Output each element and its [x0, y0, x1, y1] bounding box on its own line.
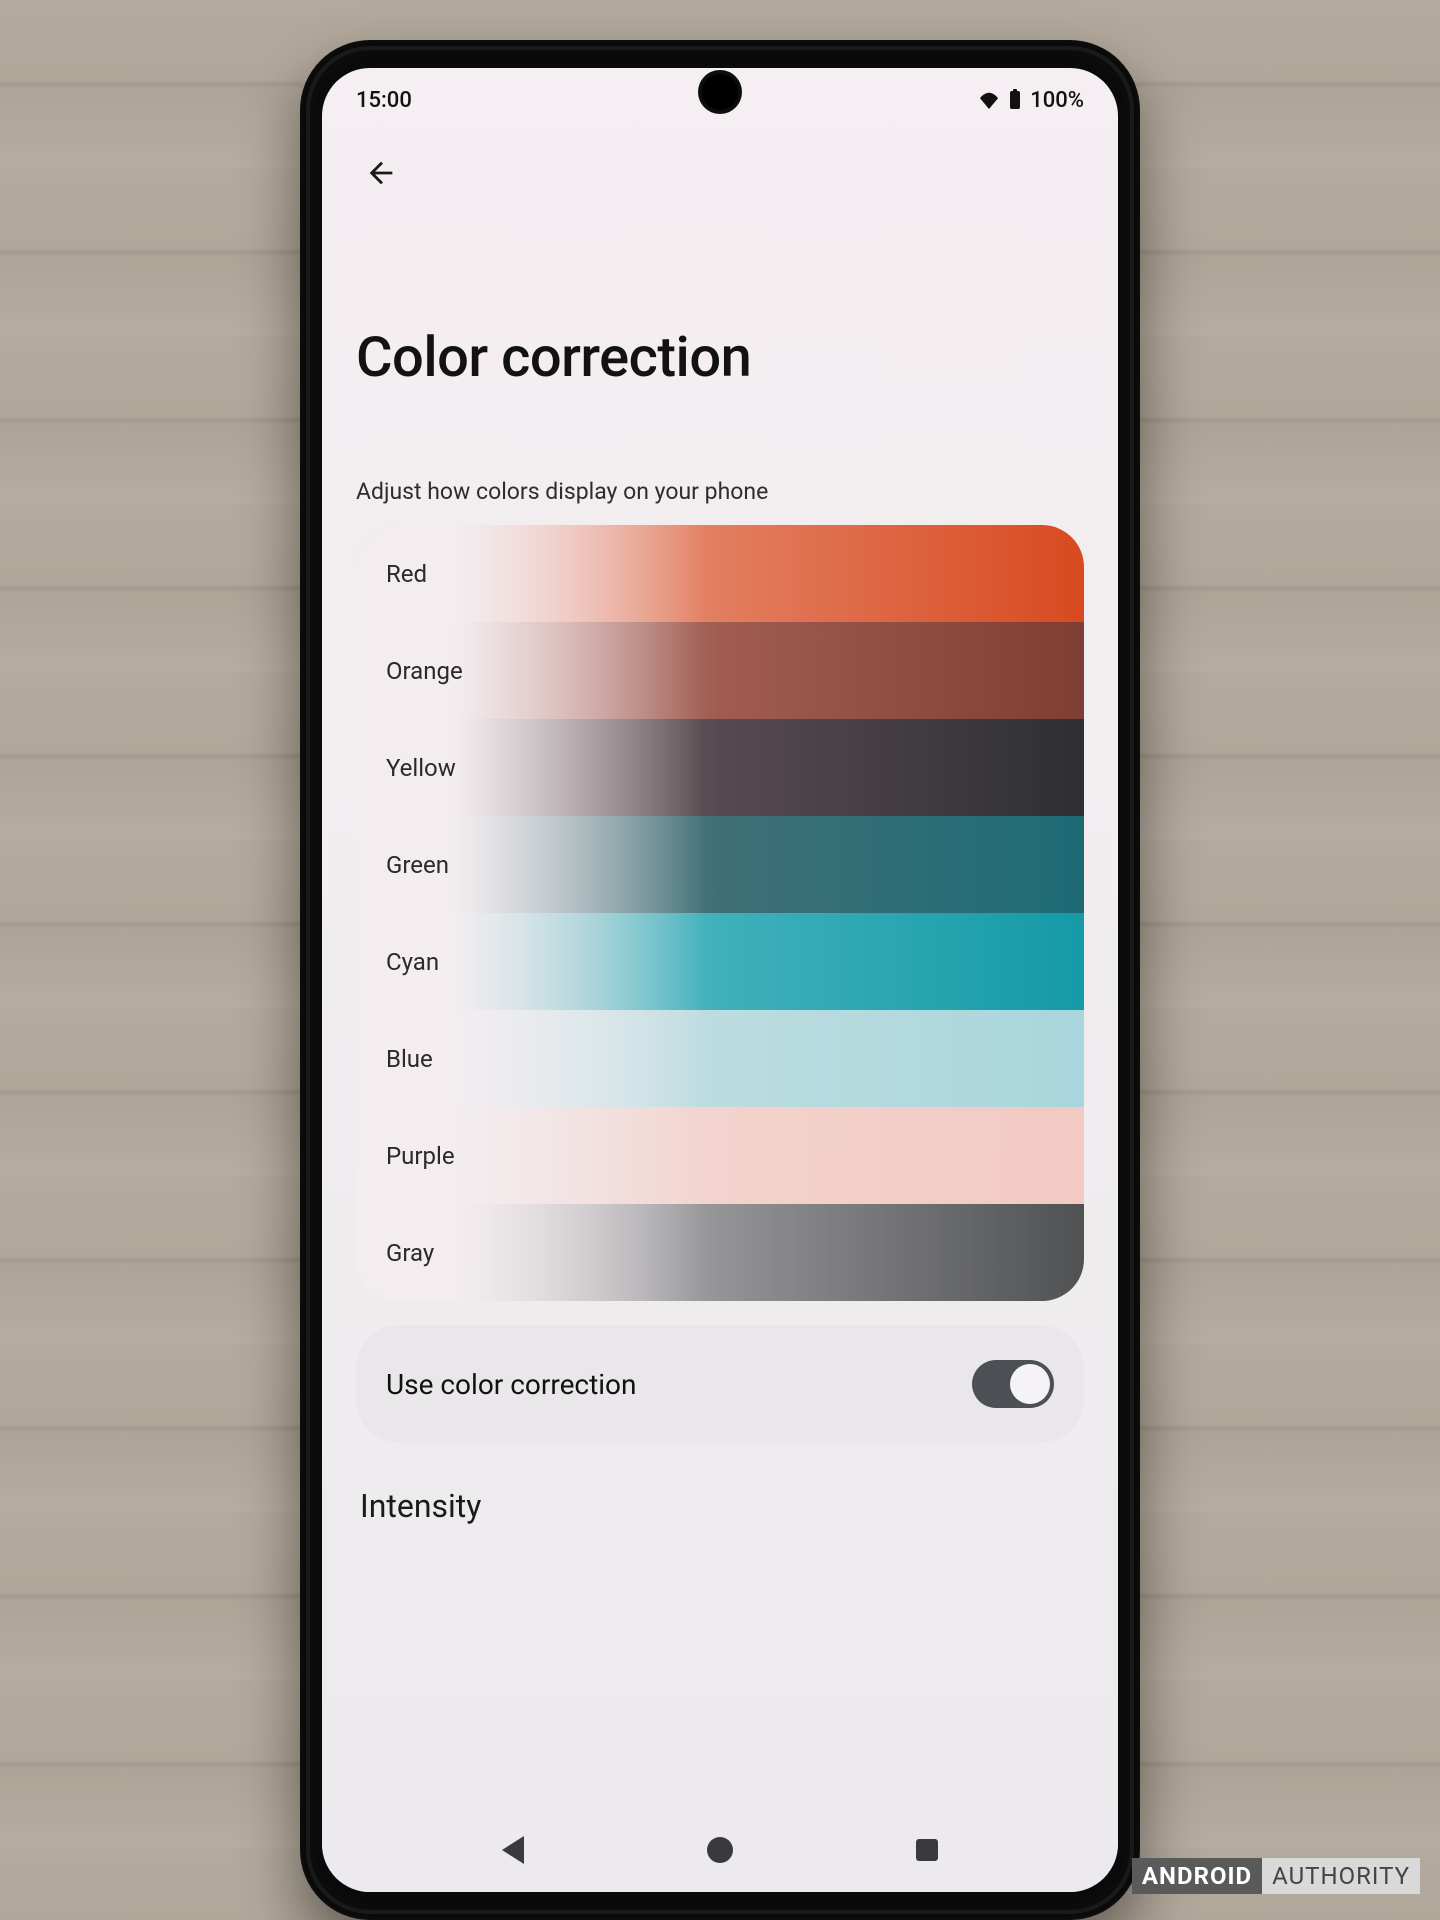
- palette-label: Yellow: [386, 754, 456, 782]
- status-right: 100%: [978, 88, 1084, 113]
- watermark-brand-left: ANDROID: [1132, 1858, 1262, 1894]
- wifi-icon: [978, 91, 1000, 109]
- stage: 15:00 100%: [0, 0, 1440, 1920]
- palette-row-yellow: Yellow: [356, 719, 1084, 816]
- palette-row-orange: Orange: [356, 622, 1084, 719]
- nav-recent-icon[interactable]: [911, 1834, 943, 1866]
- watermark: ANDROID AUTHORITY: [1132, 1858, 1420, 1894]
- navigation-bar: [322, 1808, 1118, 1892]
- page-title: Color correction: [356, 324, 1084, 390]
- status-time: 15:00: [356, 88, 412, 113]
- nav-home-icon[interactable]: [704, 1834, 736, 1866]
- palette-label: Cyan: [386, 948, 439, 976]
- palette-row-red: Red: [356, 525, 1084, 622]
- palette-row-gray: Gray: [356, 1204, 1084, 1301]
- nav-back-icon[interactable]: [497, 1834, 529, 1866]
- switch-knob: [1010, 1364, 1050, 1404]
- palette-label: Green: [386, 851, 449, 879]
- palette-label: Purple: [386, 1142, 455, 1170]
- settings-content: Color correction Adjust how colors displ…: [322, 132, 1118, 1525]
- phone-frame: 15:00 100%: [300, 40, 1140, 1920]
- use-color-correction-label: Use color correction: [386, 1368, 636, 1401]
- palette-label: Red: [386, 560, 427, 588]
- watermark-brand-right: AUTHORITY: [1262, 1858, 1420, 1894]
- phone-screen: 15:00 100%: [322, 68, 1118, 1892]
- palette-row-cyan: Cyan: [356, 913, 1084, 1010]
- front-camera-punch-hole: [702, 74, 738, 110]
- intensity-section-header: Intensity: [356, 1487, 1084, 1525]
- color-palette-card: Red Orange Yellow Gr: [356, 525, 1084, 1301]
- palette-row-blue: Blue: [356, 1010, 1084, 1107]
- palette-row-green: Green: [356, 816, 1084, 913]
- palette-label: Gray: [386, 1239, 434, 1267]
- palette-row-purple: Purple: [356, 1107, 1084, 1204]
- use-color-correction-row[interactable]: Use color correction: [356, 1325, 1084, 1443]
- back-arrow-icon[interactable]: [356, 148, 406, 198]
- battery-percentage: 100%: [1030, 88, 1084, 113]
- palette-label: Orange: [386, 657, 463, 685]
- back-row: [356, 132, 1084, 206]
- battery-icon: [1008, 89, 1022, 111]
- palette-label: Blue: [386, 1045, 433, 1073]
- page-subtitle: Adjust how colors display on your phone: [356, 478, 1084, 505]
- use-color-correction-switch[interactable]: [972, 1360, 1054, 1408]
